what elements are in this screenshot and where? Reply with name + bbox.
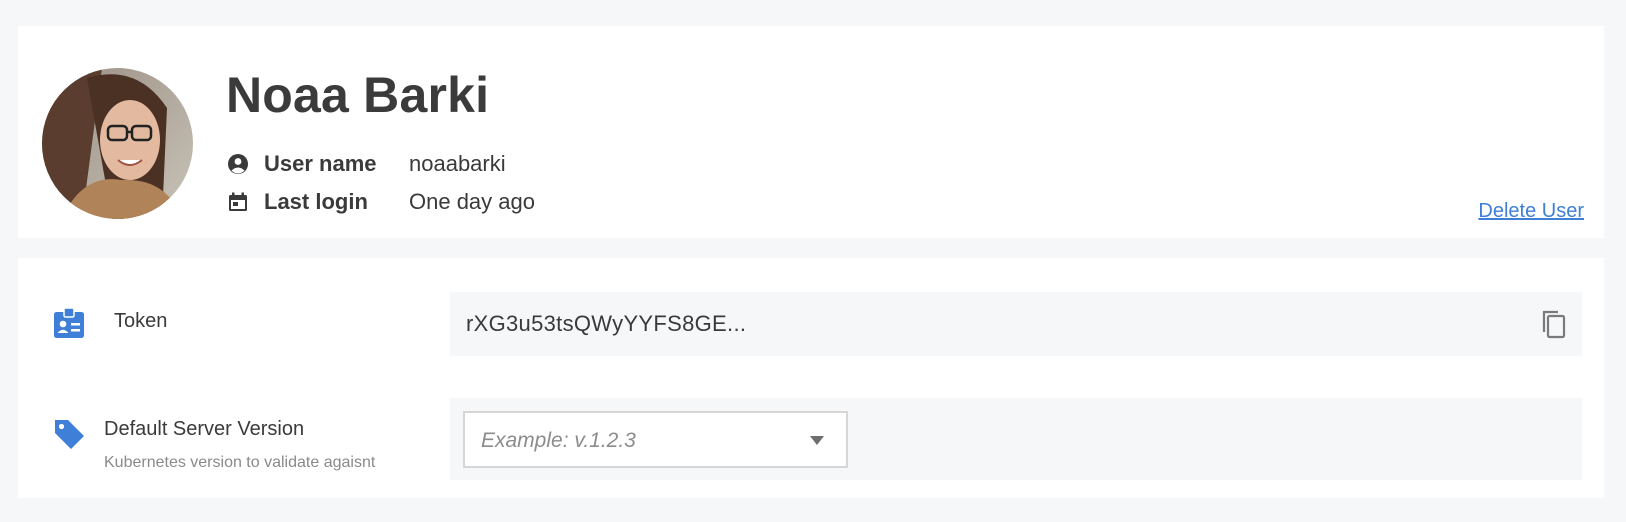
server-version-field: Example: v.1.2.3 xyxy=(450,398,1582,480)
server-version-label: Default Server Version xyxy=(104,418,305,440)
account-circle-icon xyxy=(228,154,248,174)
username-label: User name xyxy=(264,151,377,176)
copy-icon[interactable] xyxy=(1538,308,1570,340)
token-value[interactable]: rXG3u53tsQWyYYFS8GE... xyxy=(466,311,746,337)
token-row: Token rXG3u53tsQWyYYFS8GE... xyxy=(18,292,1604,356)
username-value: noaabarki xyxy=(409,151,506,176)
username-row: User name noaabarki xyxy=(226,150,506,178)
server-version-row: Default Server Version Kubernetes versio… xyxy=(18,398,1604,480)
calendar-icon xyxy=(229,192,247,211)
last-login-value: One day ago xyxy=(409,189,535,214)
settings-card: Token rXG3u53tsQWyYYFS8GE... Default Ser… xyxy=(18,258,1604,498)
token-label: Token xyxy=(114,310,168,332)
user-full-name: Noaa Barki xyxy=(226,67,490,123)
last-login-label: Last login xyxy=(264,189,368,214)
last-login-row: Last login One day ago xyxy=(226,188,535,216)
caret-down-icon[interactable] xyxy=(810,436,824,445)
server-version-description: Kubernetes version to validate agaisnt xyxy=(104,454,376,471)
profile-card: Noaa Barki User name noaabarki Last logi… xyxy=(18,26,1604,238)
token-field[interactable]: rXG3u53tsQWyYYFS8GE... xyxy=(450,292,1582,356)
tag-icon xyxy=(55,420,84,449)
badge-id-icon xyxy=(54,307,84,338)
server-version-placeholder: Example: v.1.2.3 xyxy=(481,429,636,452)
avatar xyxy=(42,68,193,219)
server-version-select[interactable]: Example: v.1.2.3 xyxy=(463,411,848,468)
avatar-photo xyxy=(42,68,193,219)
delete-user-link[interactable]: Delete User xyxy=(1478,200,1584,223)
